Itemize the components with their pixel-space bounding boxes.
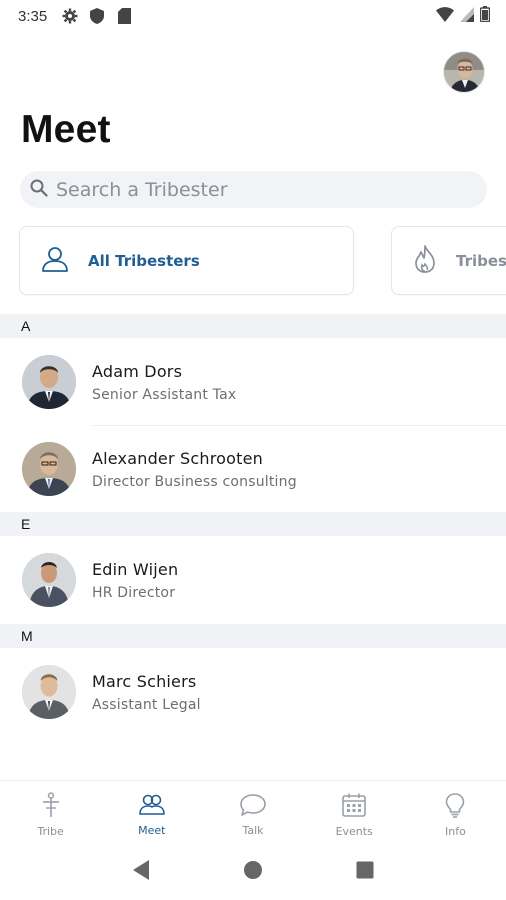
system-nav-bar: [0, 844, 506, 900]
nav-item-tribe[interactable]: Tribe: [0, 781, 101, 844]
flame-icon: [412, 244, 438, 278]
calendar-icon: [341, 792, 367, 822]
filter-tribes[interactable]: Tribes: [391, 226, 506, 295]
nav-label: Meet: [138, 823, 166, 837]
recents-icon[interactable]: [355, 860, 375, 884]
section-header-a: A: [0, 314, 506, 338]
search-icon: [30, 179, 48, 201]
battery-icon: [479, 6, 491, 26]
contact-role: Senior Assistant Tax: [92, 386, 237, 403]
tribe-icon: [40, 791, 62, 822]
person-icon: [40, 244, 70, 278]
people-icon: [138, 793, 166, 821]
signal-icon: [460, 6, 474, 26]
sd-card-icon: [115, 7, 133, 25]
filter-label: All Tribesters: [88, 251, 200, 270]
shield-icon: [88, 7, 106, 25]
page-title: Meet: [21, 108, 111, 151]
status-time: 3:35: [18, 7, 48, 25]
filter-all-tribesters[interactable]: All Tribesters: [19, 226, 354, 295]
home-icon[interactable]: [243, 860, 263, 884]
avatar: [22, 553, 76, 607]
bottom-nav: Tribe Meet Talk Events Info: [0, 780, 506, 844]
nav-item-events[interactable]: Events: [304, 781, 405, 844]
contact-row[interactable]: Marc Schiers Assistant Legal: [0, 649, 506, 735]
lightbulb-icon: [444, 792, 466, 822]
contact-row[interactable]: Adam Dors Senior Assistant Tax: [0, 339, 506, 425]
search-bar[interactable]: [20, 171, 487, 208]
chat-bubble-icon: [239, 793, 267, 821]
nav-item-talk[interactable]: Talk: [202, 781, 303, 844]
contact-row[interactable]: Alexander Schrooten Director Business co…: [0, 426, 506, 512]
status-bar: 3:35: [0, 0, 506, 32]
avatar: [22, 665, 76, 719]
filter-cards: All Tribesters Tribes: [19, 226, 506, 296]
nav-label: Talk: [242, 823, 264, 837]
settings-icon: [61, 7, 79, 25]
nav-label: Tribe: [37, 824, 64, 838]
filter-label: Tribes: [456, 251, 506, 270]
section-header-m: M: [0, 624, 506, 648]
contact-name: Alexander Schrooten: [92, 448, 263, 468]
contact-row[interactable]: Edin Wijen HR Director: [0, 537, 506, 623]
nav-label: Info: [445, 824, 466, 838]
section-header-e: E: [0, 512, 506, 536]
contact-name: Marc Schiers: [92, 671, 197, 691]
wifi-icon: [436, 6, 454, 26]
nav-label: Events: [335, 824, 373, 838]
contact-role: Assistant Legal: [92, 696, 201, 713]
contact-role: Director Business consulting: [92, 473, 297, 490]
search-input[interactable]: [56, 178, 456, 201]
contact-name: Adam Dors: [92, 361, 183, 381]
back-icon[interactable]: [131, 859, 151, 885]
profile-avatar[interactable]: [443, 51, 485, 93]
contact-name: Edin Wijen: [92, 559, 179, 579]
contact-role: HR Director: [92, 584, 176, 601]
nav-item-info[interactable]: Info: [405, 781, 506, 844]
avatar: [22, 442, 76, 496]
avatar: [22, 355, 76, 409]
nav-item-meet[interactable]: Meet: [101, 781, 202, 844]
